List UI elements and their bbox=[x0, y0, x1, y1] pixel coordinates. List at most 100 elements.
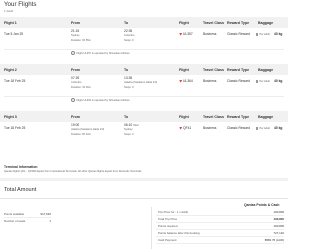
flight-code-link[interactable]: UL357 bbox=[179, 32, 193, 36]
arrival-place: Sydney bbox=[124, 128, 133, 131]
departure-time: 19:00 bbox=[71, 123, 80, 127]
points-balance-value: 727,132 bbox=[273, 231, 284, 235]
divider bbox=[4, 217, 51, 218]
total-trip-price-label: Total Trip Price bbox=[158, 217, 178, 221]
stops-count: Stops: 0 bbox=[124, 133, 134, 136]
total-amount-heading: Total Amount bbox=[4, 187, 37, 193]
column-from: From bbox=[71, 68, 80, 72]
points-required-value: 190,800 bbox=[273, 224, 284, 228]
column-baggage: Baggage bbox=[258, 21, 274, 25]
arrival-day: Wed bbox=[133, 124, 139, 127]
operator-note-text: Flight UL364 is operated by SriLankan Ai… bbox=[76, 98, 130, 102]
plane-icon bbox=[179, 126, 182, 130]
reward-type-link[interactable]: Classic Reward bbox=[227, 126, 250, 130]
column-baggage: Baggage bbox=[258, 68, 274, 72]
travel-class: Business bbox=[203, 126, 217, 130]
flight-date: Tue 5 Jan 25 bbox=[4, 32, 24, 36]
departure-place: Sydney bbox=[71, 34, 80, 37]
arrival-time: 06:10 bbox=[124, 123, 133, 127]
card-payment-value: $583.76 (AUD) bbox=[264, 238, 284, 242]
column-baggage: Baggage bbox=[258, 115, 274, 119]
flight-details: Tue 18 Feb 25 07:25 Colombo Duration: 3h… bbox=[0, 75, 288, 95]
trip-price-value: 190,800 bbox=[273, 210, 284, 214]
column-travel-class: Travel Class bbox=[203, 68, 224, 72]
flight-label: Flight 1 bbox=[4, 21, 17, 25]
baggage-info: Per Adult bbox=[256, 32, 270, 36]
baggage-label: Per Adult bbox=[259, 126, 270, 130]
flight-header: Flight 1 From To Flight Travel Class Rew… bbox=[0, 17, 288, 28]
flight-date: Tue 18 Feb 25 bbox=[4, 126, 26, 130]
operator-note: Flight UL357 is operated by SriLankan Ai… bbox=[71, 51, 130, 56]
flight-details: Tue 18 Feb 25 19:00 Jakarta (Soekarno Ha… bbox=[0, 122, 288, 142]
column-reward-type: Reward Type bbox=[227, 115, 250, 119]
baggage-info: Per Adult bbox=[256, 126, 270, 130]
travel-class: Business bbox=[203, 32, 217, 36]
points-required-label: Points required bbox=[158, 224, 178, 228]
info-icon bbox=[71, 51, 76, 56]
arrival-time: 22:35 bbox=[124, 29, 133, 33]
stops-count: Stops: 0 bbox=[124, 86, 134, 89]
flight-code: QF41 bbox=[183, 126, 192, 130]
points-available-value: 917,632 bbox=[40, 212, 51, 216]
travel-class: Business bbox=[203, 79, 217, 83]
flight-label: Flight 2 bbox=[4, 68, 17, 72]
divider bbox=[151, 207, 152, 249]
flight-header: Flight 3 From To Flight Travel Class Rew… bbox=[0, 111, 288, 122]
column-to: To bbox=[124, 68, 129, 72]
flight-label: Flight 3 bbox=[4, 115, 17, 119]
column-travel-class: Travel Class bbox=[203, 115, 224, 119]
column-flight: Flight bbox=[179, 115, 189, 119]
departure-time: 21:15 bbox=[71, 29, 80, 33]
total-trip-price-value: 190,800 bbox=[273, 217, 284, 221]
arrival-place: Jakarta (Soekarno Hatta Intl) bbox=[124, 81, 158, 84]
flight-date: Tue 18 Feb 25 bbox=[4, 79, 26, 83]
flight-code-link[interactable]: UL364 bbox=[179, 79, 193, 83]
flight-code: UL357 bbox=[183, 32, 193, 36]
flight-duration: Duration: 9h 55m bbox=[71, 39, 91, 42]
card-payment-label: Card Payment bbox=[158, 238, 177, 242]
baggage-value: 40 kg bbox=[274, 79, 283, 83]
points-available-label: Points available bbox=[4, 212, 25, 216]
operator-note: Flight UL364 is operated by SriLankan Ai… bbox=[71, 98, 130, 103]
info-icon bbox=[71, 98, 76, 103]
plane-icon bbox=[179, 32, 182, 36]
payment-method-heading: Qantas Points & Cash bbox=[244, 203, 280, 207]
column-to: To bbox=[124, 21, 129, 25]
column-to: To bbox=[124, 115, 129, 119]
flight-details: Tue 5 Jan 25 21:15 Sydney Duration: 9h 5… bbox=[0, 28, 288, 48]
column-flight: Flight bbox=[179, 68, 189, 72]
baggage-label: Per Adult bbox=[259, 79, 270, 83]
baggage-value: 40 kg bbox=[274, 32, 283, 36]
operator-note-text: Flight UL357 is operated by SriLankan Ai… bbox=[76, 51, 130, 55]
flight-code-link[interactable]: QF41 bbox=[179, 126, 191, 130]
arrival-place: Colombo bbox=[124, 34, 135, 37]
flight-duration: Duration: 3h 30m bbox=[71, 86, 91, 89]
page-title: Your Flights bbox=[4, 1, 37, 8]
flight-header: Flight 2 From To Flight Travel Class Rew… bbox=[0, 64, 288, 75]
reward-type-link[interactable]: Classic Reward bbox=[227, 79, 250, 83]
divider bbox=[156, 236, 284, 237]
passenger-count: 1 Adult bbox=[4, 9, 14, 13]
baggage-value: 40 kg bbox=[274, 126, 283, 130]
baggage-info: Per Adult bbox=[256, 79, 270, 83]
arrival-time-group: 06:10 Wed bbox=[124, 123, 138, 127]
divider bbox=[156, 229, 284, 230]
points-balance-label: Points balance after this booking bbox=[158, 231, 200, 235]
column-travel-class: Travel Class bbox=[203, 21, 224, 25]
divider bbox=[0, 198, 288, 199]
reward-type-link[interactable]: Classic Reward bbox=[227, 32, 250, 36]
flight-duration: Duration: 8h 10m bbox=[71, 133, 91, 136]
column-from: From bbox=[71, 115, 80, 119]
terminal-info-text: Qantas flights QF1 - QF399 depart from I… bbox=[4, 170, 143, 173]
departure-place: Jakarta (Soekarno Hatta Intl) bbox=[71, 128, 105, 131]
divider bbox=[4, 96, 284, 97]
departure-place: Colombo bbox=[71, 81, 82, 84]
trip-price-label: Trip Price for : 1 x Adult bbox=[158, 210, 188, 214]
terminal-info-heading: Terminal Information bbox=[4, 165, 38, 169]
divider bbox=[156, 222, 284, 223]
stops-count: Stops: 0 bbox=[124, 39, 134, 42]
arrival-time: 13:35 bbox=[124, 76, 133, 80]
number-of-seats-value: 1 bbox=[49, 219, 51, 223]
column-reward-type: Reward Type bbox=[227, 21, 250, 25]
departure-time: 07:25 bbox=[71, 76, 80, 80]
